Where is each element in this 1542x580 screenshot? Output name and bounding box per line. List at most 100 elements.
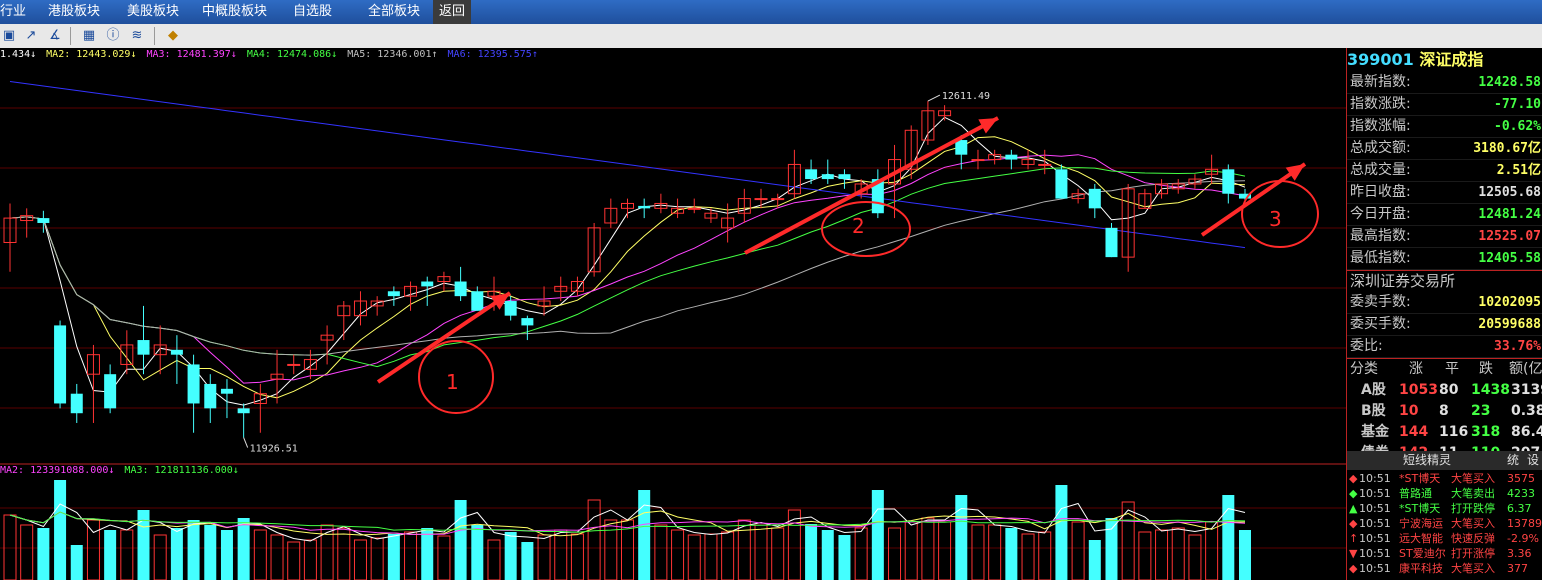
volume-bar <box>838 535 851 580</box>
top-nav-bar: 行业 港股板块 美股板块 中概股板块 自选股 全部板块 返回 <box>0 0 1542 24</box>
low-label: 11926.51 <box>250 444 298 455</box>
draw-angle-icon[interactable]: ∡ <box>46 27 64 45</box>
tab-hk-sectors[interactable]: 港股板块 <box>48 0 118 24</box>
candle-body <box>54 325 67 404</box>
feed-item[interactable]: ↑ 10:51 远大智能 快速反弹 -2.9% <box>1347 531 1542 546</box>
row-flat: 80 <box>1439 382 1459 398</box>
candle-body <box>971 159 985 162</box>
stat-row-value: 12428.58 <box>1478 75 1541 90</box>
feed-item[interactable]: ◆ 10:51 *ST博天 大笔买入 3575 <box>1347 471 1542 486</box>
stat-row: 指数涨幅: -0.62% <box>1347 116 1542 138</box>
trend-chart-icon[interactable]: ≋ <box>128 27 146 45</box>
stats-list: 最新指数: 12428.58 指数涨跌: -77.10 指数涨幅: -0.62% 总成交额:… <box>1347 72 1542 270</box>
row-amount: 3139 <box>1511 382 1542 398</box>
back-button[interactable]: 返回 <box>433 0 471 24</box>
tab-settings[interactable]: 设 <box>1527 451 1539 470</box>
volume-legend: MA2: 123391088.000↓ MA3: 121811136.000↓ <box>0 465 243 479</box>
diamond-direction-icon[interactable]: ◆ <box>164 27 182 45</box>
feed-item[interactable]: ▼ 10:51 ST爱迪尔 打开涨停 3.36 <box>1347 546 1542 561</box>
annotation-arrow-1 <box>376 291 512 384</box>
feed-stock: *ST博天 <box>1399 502 1441 515</box>
feed-stock: 康平科技 <box>1399 562 1443 575</box>
stat-row-label: 最新指数: <box>1350 74 1411 90</box>
tab-stats[interactable]: 统 <box>1507 451 1519 470</box>
volume-bar <box>1188 534 1202 580</box>
stat-row-label: 指数涨跌: <box>1350 96 1411 112</box>
volume-bar <box>654 524 668 580</box>
tab-watchlist[interactable]: 自选股 <box>293 0 353 24</box>
feed-stock: 普路通 <box>1399 487 1432 500</box>
feed-time: 10:51 <box>1359 532 1391 545</box>
candle-body <box>170 349 183 355</box>
feed-mark-icon: ◆ <box>1349 472 1358 485</box>
volume-bar <box>504 532 517 580</box>
tab-us-sectors[interactable]: 美股板块 <box>127 0 197 24</box>
feed-value: 377 <box>1507 562 1528 575</box>
feed-item[interactable]: ◆ 10:51 宁波海运 大笔买入 13789 <box>1347 516 1542 531</box>
feed-value: 6.37 <box>1507 502 1532 515</box>
volume-bar <box>20 524 34 580</box>
orders-list: 委卖手数: 10202095 委买手数: 20599688 委比: 33.76% <box>1347 292 1542 358</box>
draw-line-icon[interactable]: ↗ <box>22 27 40 45</box>
feed-value: 13789 <box>1507 517 1542 530</box>
order-row: 委买手数: 20599688 <box>1347 314 1542 336</box>
volume-bar <box>955 495 968 580</box>
volume-bar <box>1088 540 1101 580</box>
info-icon[interactable]: ⓘ <box>104 27 122 45</box>
volume-bar <box>1205 521 1219 580</box>
volume-bar <box>54 480 67 580</box>
feed-item[interactable]: ▲ 10:51 *ST博天 打开跌停 6.37 <box>1347 501 1542 516</box>
stat-row-value: 12525.07 <box>1478 229 1541 244</box>
candle-body <box>687 207 701 210</box>
volume-bar <box>587 499 601 580</box>
order-row-value: 20599688 <box>1478 317 1541 332</box>
stat-row: 总成交量: 2.51亿 <box>1347 160 1542 182</box>
stat-row: 指数涨跌: -77.10 <box>1347 94 1542 116</box>
ma6-line <box>9 81 1246 249</box>
candle-body <box>771 198 785 201</box>
stat-row-label: 总成交量: <box>1350 162 1411 178</box>
annotation-label-3: 3 <box>1269 207 1282 231</box>
feed-stock: 远大智能 <box>1399 532 1443 545</box>
candle-body <box>104 374 117 409</box>
candle-body <box>521 318 534 326</box>
ma3-label: MA3: 12481.397↓ <box>146 49 237 60</box>
order-row: 委比: 33.76% <box>1347 336 1542 358</box>
volume-bar <box>687 534 701 580</box>
stat-row: 昨日收盘: 12505.68 <box>1347 182 1542 204</box>
volume-bar <box>320 524 334 580</box>
chart-mode-icon[interactable]: ▣ <box>0 27 18 45</box>
tab-all-sectors[interactable]: 全部板块 <box>368 0 428 24</box>
stat-row-label: 最低指数: <box>1350 250 1411 266</box>
market-row: 基金 144 116 318 86.4 <box>1347 422 1542 443</box>
calculator-icon[interactable]: ▦ <box>80 27 98 45</box>
volume-bar <box>487 539 501 580</box>
candle-body <box>70 393 83 414</box>
volume-bar <box>988 524 1002 580</box>
stat-row-label: 指数涨幅: <box>1350 118 1411 134</box>
volume-bar <box>353 539 367 580</box>
annotation-circle-2 <box>821 201 911 257</box>
tab-china-concept[interactable]: 中概股板块 <box>202 0 292 24</box>
volume-bar <box>1239 530 1251 580</box>
feed-time: 10:51 <box>1359 517 1391 530</box>
feed-item[interactable]: ◆ 10:51 普路通 大笔卖出 4233 <box>1347 486 1542 501</box>
feed-mark-icon: ↑ <box>1349 532 1359 545</box>
feed-stock: *ST博天 <box>1399 472 1441 485</box>
stat-row-value: 12481.24 <box>1478 207 1541 222</box>
kline-chart[interactable]: 12611.49 11926.51 1 2 3 <box>0 48 1346 580</box>
vol-ma2-label: MA2: 123391088.000↓ <box>0 465 115 476</box>
tab-short-line-elf[interactable]: 短线精灵 <box>1403 451 1451 470</box>
volume-bar <box>86 519 100 580</box>
volume-bar <box>1171 527 1185 580</box>
feed-action: 快速反弹 <box>1451 532 1495 545</box>
volume-bar <box>904 521 918 580</box>
tab-industry[interactable]: 行业 <box>0 0 40 24</box>
volume-bar <box>1071 521 1085 580</box>
row-category: B股 <box>1361 403 1386 419</box>
feed-item[interactable]: ◆ 10:51 康平科技 大笔买入 377 <box>1347 561 1542 576</box>
feed-action: 大笔买入 <box>1451 517 1495 530</box>
short-line-feed: ◆ 10:51 *ST博天 大笔买入 3575 ◆ 10:51 普路通 大笔卖出 4233 ▲ 10:… <box>1347 471 1542 576</box>
stat-row-value: 3180.67亿 <box>1473 141 1541 156</box>
candle-body <box>387 291 400 297</box>
